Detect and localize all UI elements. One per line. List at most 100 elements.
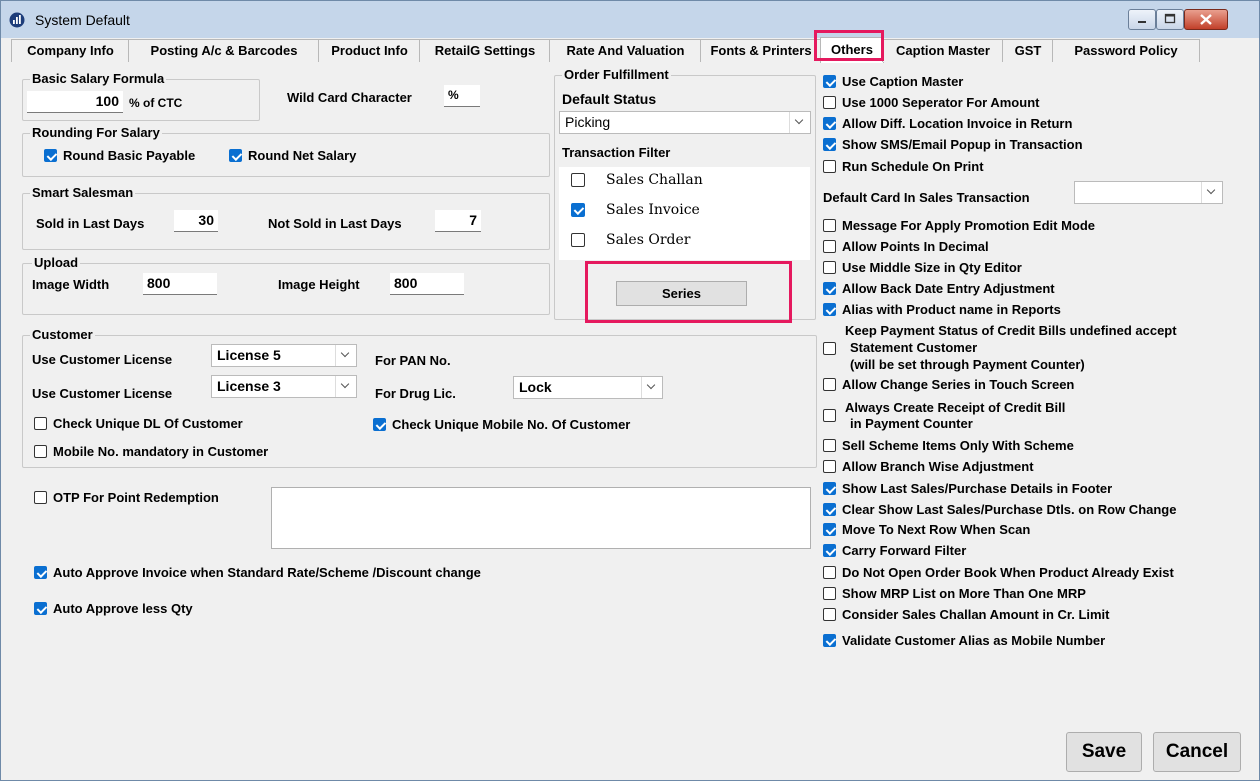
check-icon — [34, 602, 47, 615]
not-sold-days-input[interactable]: 7 — [435, 210, 481, 232]
option-label: Use Caption Master — [842, 74, 964, 89]
option-label: Run Schedule On Print — [842, 159, 984, 174]
window-title: System Default — [35, 12, 130, 28]
round-basic-label: Round Basic Payable — [63, 148, 196, 163]
tab-password-policy[interactable]: Password Policy — [1052, 39, 1200, 62]
customer-license-value-2: License 3 — [217, 378, 281, 394]
checkbox-icon — [823, 439, 836, 452]
save-button[interactable]: Save — [1066, 732, 1142, 772]
option-label: Sell Scheme Items Only With Scheme — [842, 438, 1074, 453]
checkbox-icon — [823, 460, 836, 473]
keep-payment-line2: Statement Customer — [850, 340, 978, 355]
title-bar: System Default — [1, 1, 1259, 38]
check-icon — [823, 634, 836, 647]
pan-label: For PAN No. — [375, 353, 451, 368]
tab-retailg-settings[interactable]: RetailG Settings — [419, 39, 551, 62]
option-label: Allow Branch Wise Adjustment — [842, 459, 1034, 474]
option-label: Use 1000 Seperator For Amount — [842, 95, 1040, 110]
checkbox-icon — [823, 566, 836, 579]
tab-company-info[interactable]: Company Info — [11, 39, 130, 62]
option-label: Show SMS/Email Popup in Transaction — [842, 137, 1083, 152]
checkbox-icon — [823, 240, 836, 253]
option-label: Allow Change Series in Touch Screen — [842, 377, 1075, 392]
check-icon — [44, 149, 57, 162]
check-icon — [823, 303, 836, 316]
drug-lic-select[interactable]: Lock — [513, 376, 663, 399]
salary-percent-input[interactable]: 100 — [27, 91, 123, 113]
checkbox-icon — [823, 342, 836, 355]
option-label: Allow Diff. Location Invoice in Return — [842, 116, 1073, 131]
drug-lic-label: For Drug Lic. — [375, 386, 456, 401]
option-label: Allow Back Date Entry Adjustment — [842, 281, 1055, 296]
always-create-line1: Always Create Receipt of Credit Bill — [845, 400, 1066, 415]
wildcard-input[interactable]: % — [444, 85, 480, 107]
checkbox-icon — [571, 173, 585, 187]
option-label: Carry Forward Filter — [842, 543, 967, 558]
filter-item-label: Sales Order — [606, 232, 691, 248]
option-label: Consider Sales Challan Amount in Cr. Lim… — [842, 607, 1110, 622]
default-status-value: Picking — [565, 114, 611, 130]
default-status-label: Default Status — [562, 91, 657, 107]
customer-license-select-1[interactable]: License 5 — [211, 344, 357, 367]
option-label: Allow Points In Decimal — [842, 239, 989, 254]
tab-product-info[interactable]: Product Info — [318, 39, 421, 62]
customer-license-value-1: License 5 — [217, 347, 281, 363]
series-highlight — [585, 261, 792, 323]
minimize-icon — [1138, 21, 1146, 23]
others-tab-highlight — [814, 30, 884, 61]
customer-license-select-2[interactable]: License 3 — [211, 375, 357, 398]
filter-item-label: Sales Invoice — [606, 202, 700, 218]
option-label: Validate Customer Alias as Mobile Number — [842, 633, 1106, 648]
chevron-down-icon — [335, 376, 356, 397]
check-icon — [373, 418, 386, 431]
otp-label: OTP For Point Redemption — [53, 490, 219, 505]
check-icon — [571, 203, 585, 217]
option-label: Clear Show Last Sales/Purchase Dtls. on … — [842, 502, 1177, 517]
otp-text-area[interactable] — [271, 487, 811, 549]
always-create-line2: in Payment Counter — [850, 416, 973, 431]
close-button[interactable] — [1184, 9, 1228, 30]
checkbox-icon — [823, 409, 836, 422]
checkbox-icon — [34, 491, 47, 504]
tab-fonts-printers[interactable]: Fonts & Printers — [700, 39, 822, 62]
checkbox-icon — [571, 233, 585, 247]
drug-lic-value: Lock — [519, 379, 552, 395]
image-width-input[interactable]: 800 — [143, 273, 217, 295]
cancel-button[interactable]: Cancel — [1153, 732, 1241, 772]
check-icon — [823, 523, 836, 536]
chevron-down-icon — [789, 112, 810, 133]
tab-caption-master[interactable]: Caption Master — [882, 39, 1004, 62]
tab-gst[interactable]: GST — [1002, 39, 1054, 62]
sold-days-input[interactable]: 30 — [174, 210, 218, 232]
round-net-label: Round Net Salary — [248, 148, 357, 163]
option-label: Move To Next Row When Scan — [842, 522, 1031, 537]
checkbox-icon — [823, 160, 836, 173]
mobile-mandatory-label: Mobile No. mandatory in Customer — [53, 444, 269, 459]
checkbox-icon — [823, 261, 836, 274]
customer-title: Customer — [30, 327, 95, 342]
keep-payment-line1: Keep Payment Status of Credit Bills unde… — [845, 323, 1177, 338]
transaction-filter-list: Sales Challan Sales Invoice Sales Order — [559, 167, 810, 260]
option-label: Show Last Sales/Purchase Details in Foot… — [842, 481, 1113, 496]
image-width-label: Image Width — [32, 277, 110, 292]
checkbox-icon — [823, 608, 836, 621]
upload-title: Upload — [32, 255, 81, 270]
tab-rate-valuation[interactable]: Rate And Valuation — [549, 39, 702, 62]
default-card-select[interactable] — [1074, 181, 1223, 204]
check-icon — [823, 503, 836, 516]
transaction-filter-label: Transaction Filter — [562, 145, 671, 160]
maximize-button[interactable] — [1156, 9, 1184, 30]
tab-posting-barcodes[interactable]: Posting A/c & Barcodes — [128, 39, 320, 62]
check-icon — [229, 149, 242, 162]
order-fulfillment-title: Order Fulfillment — [562, 67, 671, 82]
check-icon — [823, 544, 836, 557]
option-label: Show MRP List on More Than One MRP — [842, 586, 1086, 601]
default-status-select[interactable]: Picking — [559, 111, 811, 134]
image-height-input[interactable]: 800 — [390, 273, 464, 295]
maximize-icon — [1164, 13, 1176, 24]
minimize-button[interactable] — [1128, 9, 1156, 30]
option-label: Message For Apply Promotion Edit Mode — [842, 218, 1096, 233]
checkbox-icon — [823, 96, 836, 109]
basic-salary-title: Basic Salary Formula — [30, 71, 167, 86]
salary-unit-label: % of CTC — [129, 96, 183, 110]
